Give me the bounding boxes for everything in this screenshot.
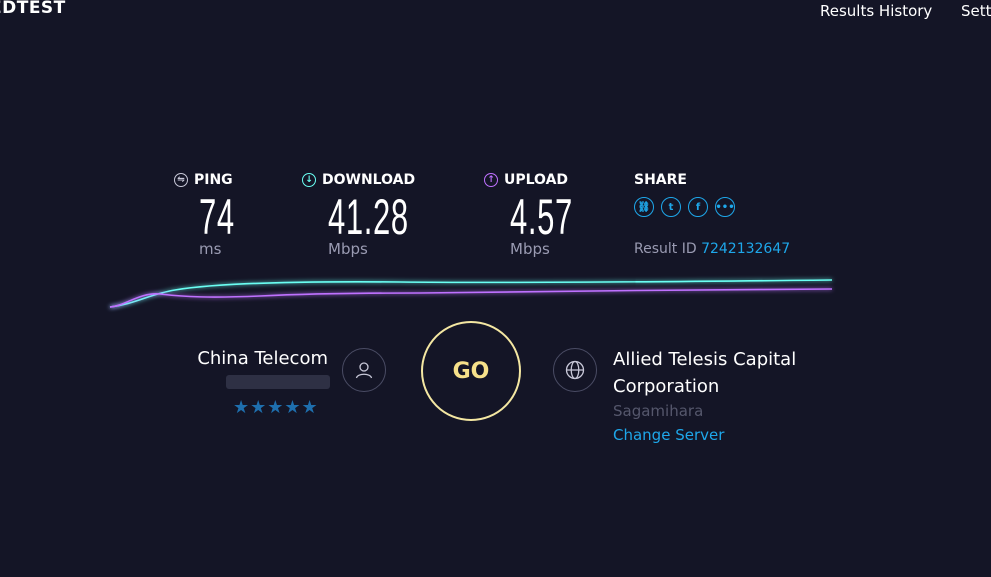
upload-graph-line: [109, 288, 833, 308]
speedtest-logo[interactable]: EDTEST: [0, 0, 66, 18]
server-location: Sagamihara: [613, 402, 704, 420]
user-icon: [342, 348, 386, 392]
download-unit: Mbps: [328, 240, 368, 258]
download-header: ↓ DOWNLOAD: [302, 172, 415, 188]
upload-header: ↑ UPLOAD: [484, 172, 568, 188]
go-button[interactable]: GO: [421, 321, 521, 421]
change-server-link[interactable]: Change Server: [613, 426, 724, 444]
isp-rating-stars[interactable]: ★★★★★: [233, 397, 319, 418]
download-value: 41.28: [328, 189, 409, 245]
ping-icon: ⇋: [174, 173, 188, 187]
ping-value: 74: [199, 189, 235, 245]
upload-value: 4.57: [510, 189, 573, 245]
share-icons: ⛓ t f •••: [634, 197, 735, 217]
share-header: SHARE: [634, 172, 687, 188]
speed-graph: [109, 279, 833, 308]
ip-address-redacted: [226, 375, 330, 389]
result-id-label: Result ID: [634, 241, 697, 257]
download-label: DOWNLOAD: [322, 172, 416, 188]
settings-link[interactable]: Sett: [961, 2, 991, 20]
result-id-row: Result ID 7242132647: [634, 241, 790, 257]
upload-label: UPLOAD: [504, 172, 569, 188]
globe-icon: [553, 348, 597, 392]
download-arrow-icon: ↓: [302, 173, 316, 187]
results-history-link[interactable]: Results History: [820, 2, 932, 20]
server-name: Allied Telesis Capital Corporation: [613, 349, 797, 397]
ping-header: ⇋ PING: [174, 172, 233, 188]
ping-unit: ms: [199, 240, 222, 258]
upload-arrow-icon: ↑: [484, 173, 498, 187]
ping-label: PING: [194, 172, 233, 188]
upload-unit: Mbps: [510, 240, 550, 258]
twitter-icon[interactable]: t: [661, 197, 681, 217]
facebook-icon[interactable]: f: [688, 197, 708, 217]
more-icon[interactable]: •••: [715, 197, 735, 217]
share-label: SHARE: [634, 172, 687, 188]
isp-name: China Telecom: [197, 348, 328, 369]
result-id-link[interactable]: 7242132647: [701, 241, 790, 257]
download-graph-line: [109, 279, 833, 308]
link-icon[interactable]: ⛓: [634, 197, 654, 217]
